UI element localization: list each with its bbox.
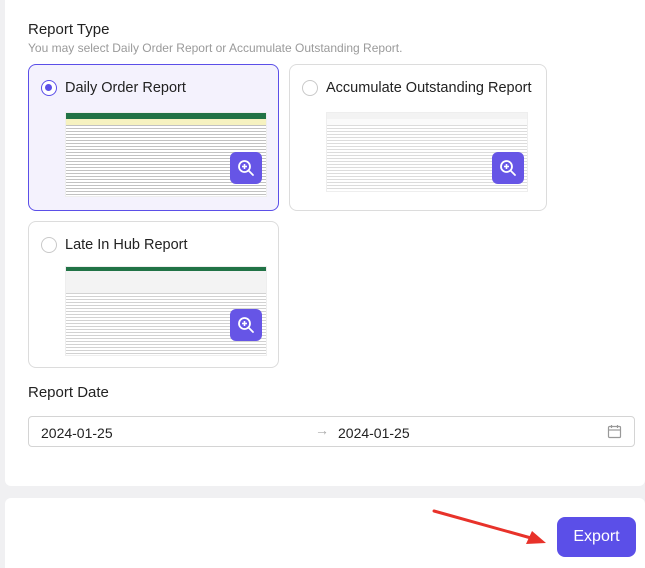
report-settings-panel: Report Type You may select Daily Order R… — [5, 0, 645, 486]
report-option-label: Daily Order Report — [65, 80, 186, 96]
export-button[interactable]: Export — [557, 517, 636, 557]
date-start-input[interactable]: 2024-01-25 — [41, 425, 113, 441]
report-option-accumulate-outstanding[interactable]: Accumulate Outstanding Report — [289, 64, 547, 211]
report-type-title: Report Type — [28, 21, 110, 38]
zoom-preview-button[interactable] — [492, 152, 524, 184]
zoom-in-icon — [238, 317, 254, 333]
red-arrow-annotation — [432, 509, 546, 544]
report-option-label: Accumulate Outstanding Report — [326, 80, 532, 96]
zoom-in-icon — [500, 160, 516, 176]
preview-ribbon — [66, 271, 266, 293]
zoom-preview-button[interactable] — [230, 309, 262, 341]
report-option-daily-order[interactable]: Daily Order Report — [28, 64, 279, 211]
report-date-label: Report Date — [28, 384, 109, 401]
radio-accumulate-outstanding[interactable] — [302, 80, 318, 96]
zoom-in-icon — [238, 160, 254, 176]
radio-daily-order[interactable] — [41, 80, 57, 96]
report-option-late-in-hub[interactable]: Late In Hub Report — [28, 221, 279, 368]
date-range-arrow-icon: → — [315, 422, 329, 438]
date-end-input[interactable]: 2024-01-25 — [338, 425, 410, 441]
report-option-label: Late In Hub Report — [65, 237, 188, 253]
radio-late-in-hub[interactable] — [41, 237, 57, 253]
zoom-preview-button[interactable] — [230, 152, 262, 184]
report-date-range-picker[interactable]: 2024-01-25 → 2024-01-25 — [28, 416, 635, 447]
calendar-icon[interactable] — [607, 424, 622, 444]
report-type-hint: You may select Daily Order Report or Acc… — [28, 41, 403, 55]
